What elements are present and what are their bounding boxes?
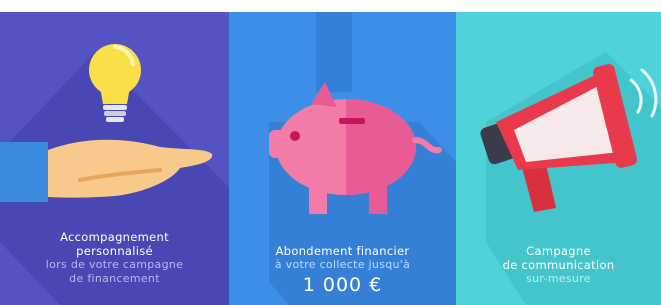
caption-sub-line-2: de financement <box>69 272 160 285</box>
caption-title-line-2: de communication <box>502 258 615 272</box>
caption-sub-line-1: à votre collecte jusqu'à <box>274 258 411 271</box>
caption-title-line-1: Campagne <box>526 244 591 258</box>
caption-amount: 1 000 € <box>302 274 383 296</box>
feature-banner: Accompagnement personnalisé lors de votr… <box>0 0 661 305</box>
panel-accompagnement: Accompagnement personnalisé lors de votr… <box>0 12 229 305</box>
caption-sub-line-1: lors de votre campagne <box>45 258 184 271</box>
caption-title-line-1: Accompagnement <box>60 230 169 244</box>
panel-campagne: Campagne de communication sur-mesure <box>456 12 661 305</box>
panel-abondement: Abondement financier à votre collecte ju… <box>229 12 456 305</box>
caption-title-line-1: Abondement financier <box>275 244 410 258</box>
caption-title-line-2: personnalisé <box>76 244 153 258</box>
caption-sub-line-1: sur-mesure <box>526 272 591 285</box>
